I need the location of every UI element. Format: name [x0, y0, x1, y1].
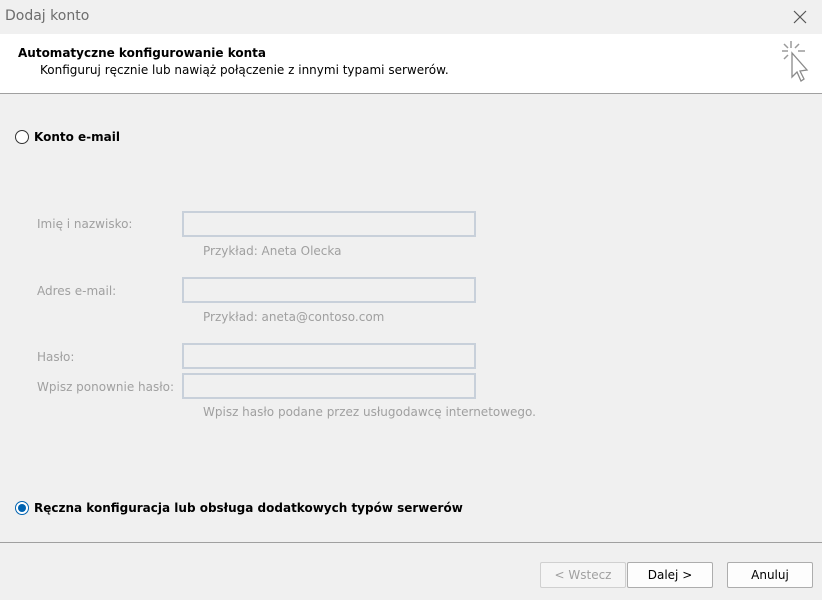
name-hint: Przykład: Aneta Olecka	[203, 244, 342, 258]
close-button[interactable]	[778, 0, 822, 34]
back-button[interactable]: < Wstecz	[540, 562, 626, 588]
wizard-cursor-icon	[782, 41, 809, 82]
email-hint: Przykład: aneta@contoso.com	[203, 310, 385, 324]
window-title: Dodaj konto	[5, 8, 90, 24]
email-account-radio[interactable]	[15, 130, 29, 144]
cancel-button[interactable]: Anuluj	[727, 562, 813, 588]
name-input[interactable]	[182, 211, 476, 237]
close-icon	[793, 10, 807, 24]
header-title: Automatyczne konfigurowanie konta	[18, 46, 266, 60]
next-button[interactable]: Dalej >	[627, 562, 713, 588]
manual-config-label: Ręczna konfiguracja lub obsługa dodatkow…	[34, 501, 463, 515]
password-hint: Wpisz hasło podane przez usługodawcę int…	[203, 405, 536, 419]
password-repeat-input[interactable]	[182, 373, 476, 399]
name-label: Imię i nazwisko:	[37, 217, 133, 231]
email-label: Adres e-mail:	[37, 284, 117, 298]
password-input[interactable]	[182, 343, 476, 369]
manual-config-radio[interactable]	[15, 501, 29, 515]
password-repeat-label: Wpisz ponownie hasło:	[37, 380, 175, 394]
email-input[interactable]	[182, 277, 476, 303]
password-label: Hasło:	[37, 350, 75, 364]
manual-config-option[interactable]: Ręczna konfiguracja lub obsługa dodatkow…	[15, 501, 463, 515]
email-account-label: Konto e-mail	[34, 130, 120, 144]
footer-divider	[0, 542, 822, 543]
header-subtitle: Konfiguruj ręcznie lub nawiąż połączenie…	[40, 63, 449, 77]
wizard-header: Automatyczne konfigurowanie konta Konfig…	[0, 34, 822, 94]
email-account-option[interactable]: Konto e-mail	[15, 130, 120, 144]
title-bar: Dodaj konto	[0, 0, 822, 34]
